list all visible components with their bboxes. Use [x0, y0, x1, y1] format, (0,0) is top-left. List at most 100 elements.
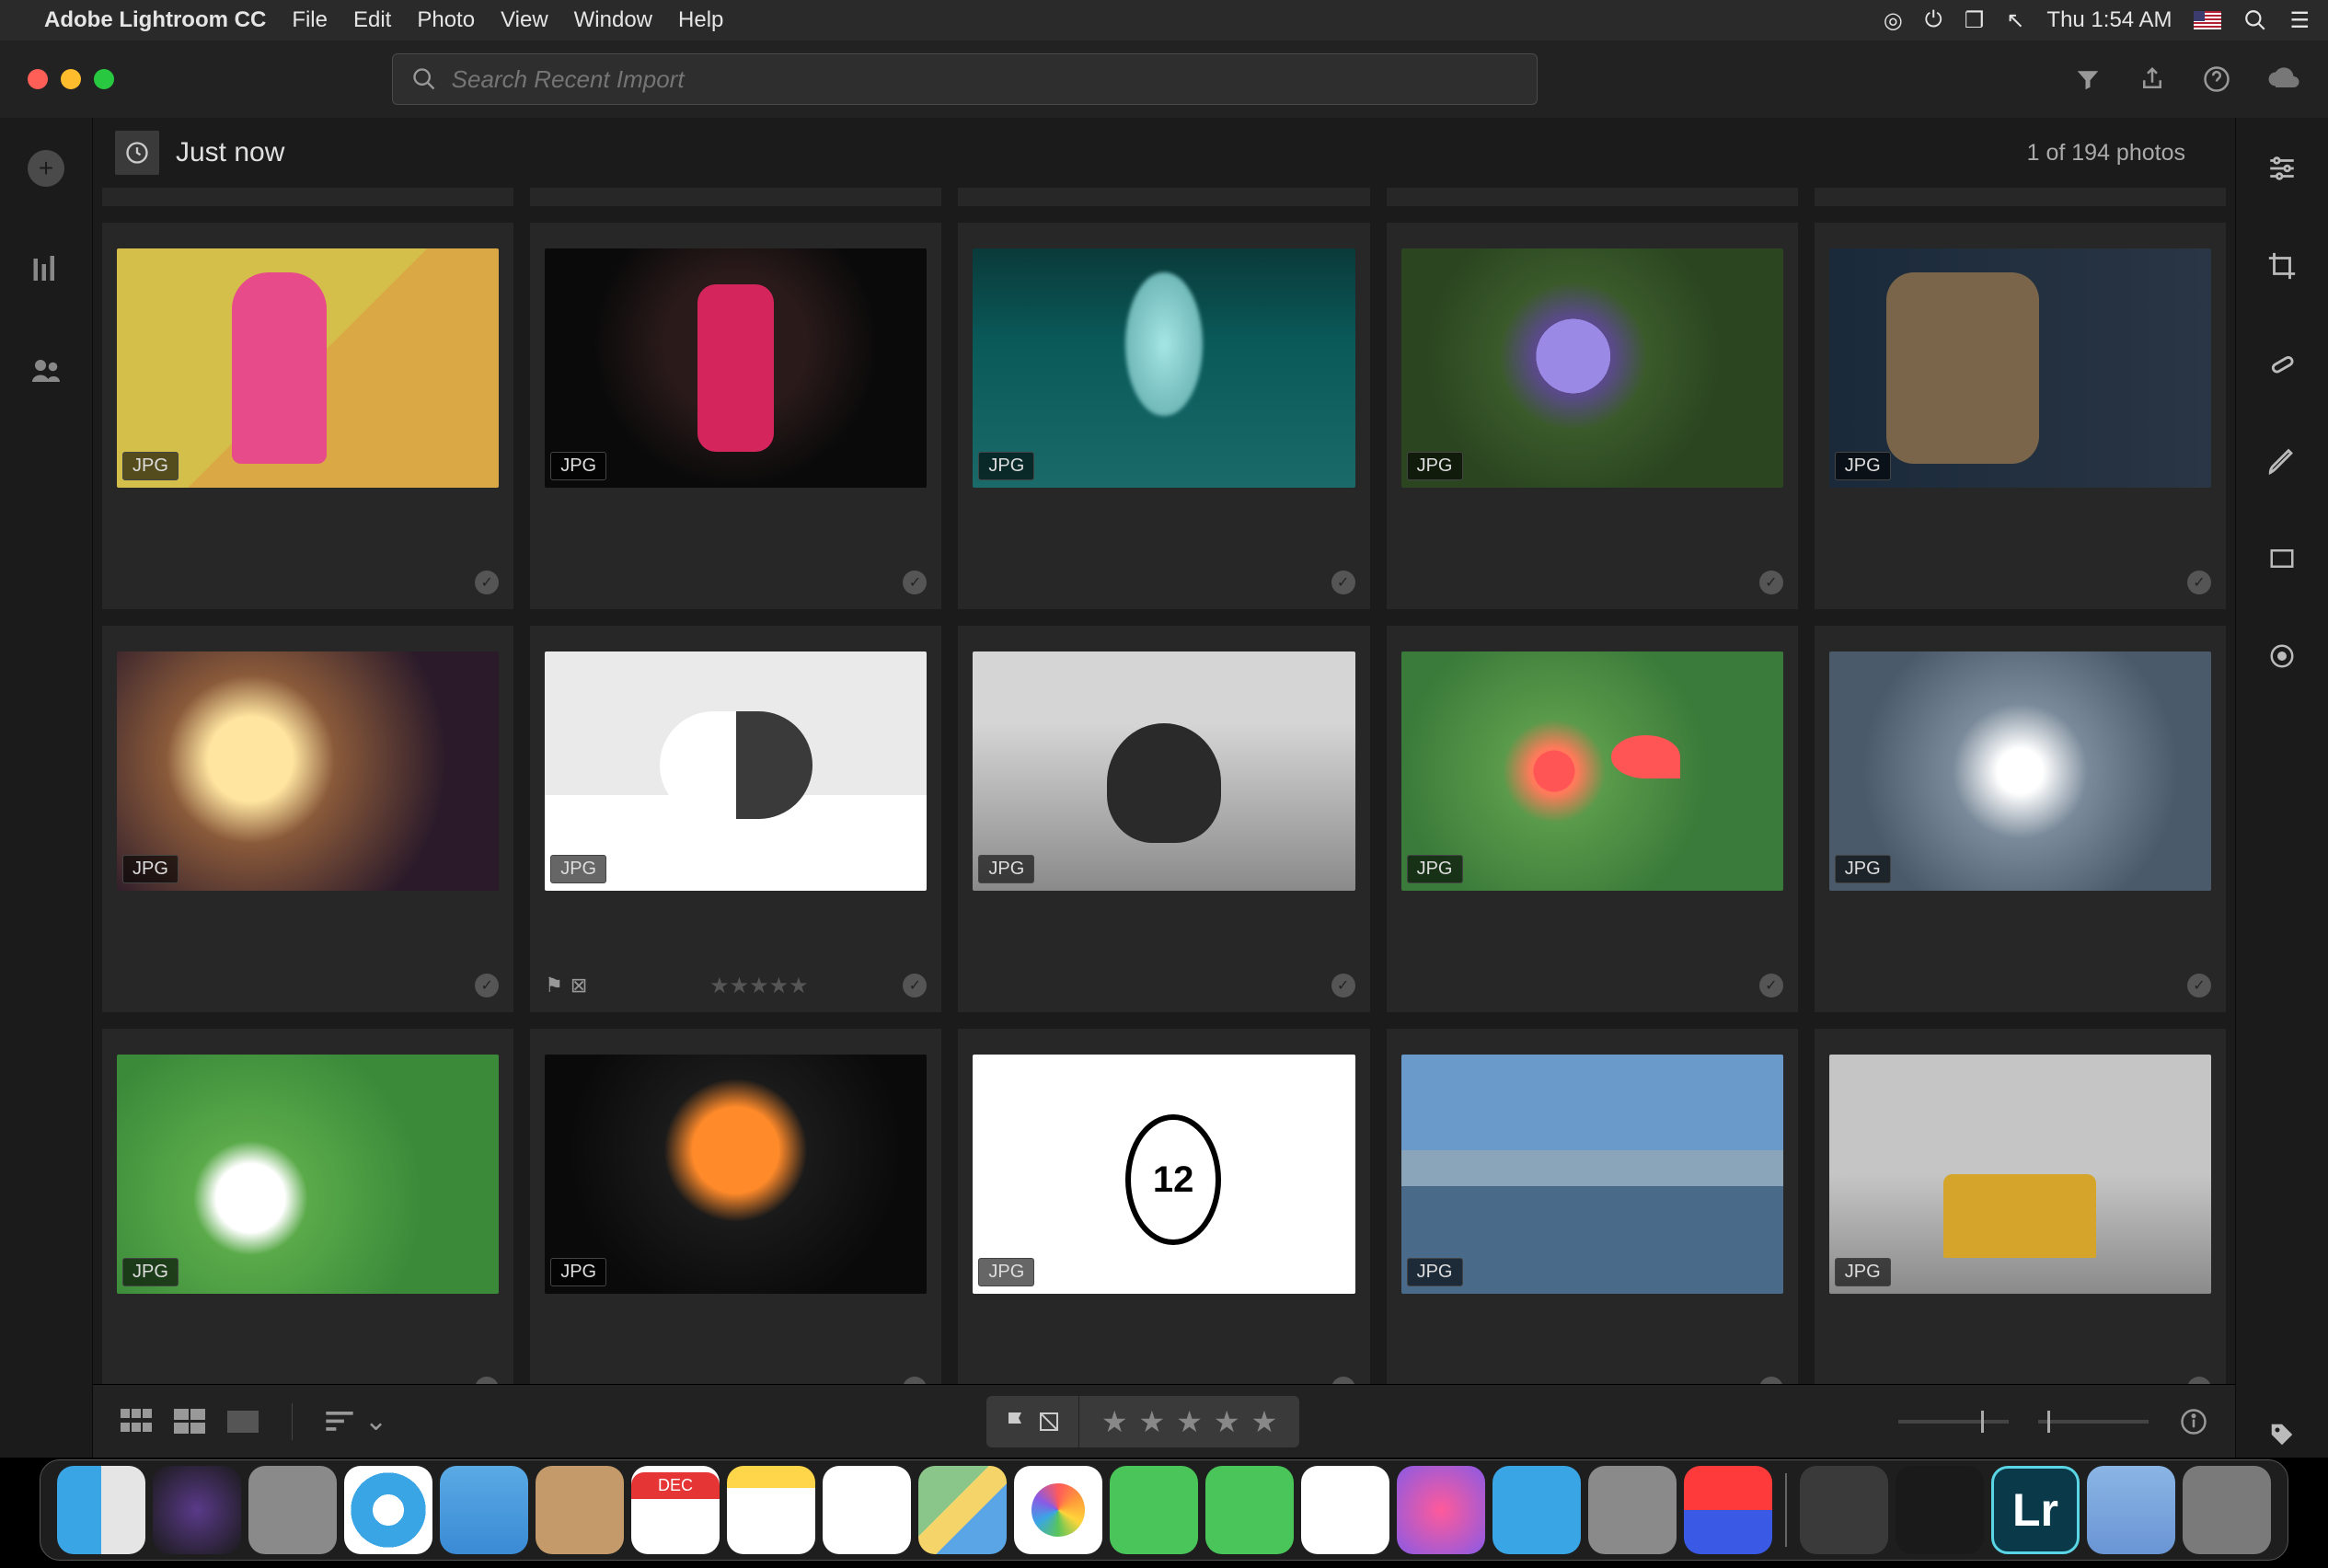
dock-folder-icon[interactable] [2087, 1466, 2175, 1554]
photo-cell[interactable]: JPG✓ [958, 626, 1369, 1012]
menu-view[interactable]: View [501, 7, 548, 33]
grid-large-view-button[interactable] [174, 1409, 209, 1435]
star-1-button[interactable]: ★ [1101, 1404, 1128, 1439]
dock-launchpad-icon[interactable] [248, 1466, 337, 1554]
dock-news-icon[interactable] [1301, 1466, 1389, 1554]
add-photos-button[interactable]: + [23, 145, 69, 191]
my-photos-icon[interactable] [23, 247, 69, 293]
rating-stars[interactable]: ★★★★★ [709, 973, 809, 999]
app-name[interactable]: Adobe Lightroom CC [44, 7, 266, 33]
recent-icon[interactable] [115, 131, 159, 175]
dock-photos-icon[interactable] [1014, 1466, 1102, 1554]
sort-button[interactable]: ⌄ [326, 1405, 387, 1437]
filter-icon[interactable] [2074, 65, 2102, 93]
chevron-down-icon: ⌄ [364, 1405, 387, 1437]
menu-file[interactable]: File [292, 7, 328, 33]
dock-notes-icon[interactable] [727, 1466, 815, 1554]
photo-cell[interactable]: JPG✓ [1815, 223, 2226, 609]
info-button[interactable] [2180, 1408, 2207, 1435]
star-2-button[interactable]: ★ [1139, 1404, 1166, 1439]
crop-icon[interactable] [2259, 243, 2305, 289]
dock-magnet-icon[interactable] [1684, 1466, 1772, 1554]
cloud-sync-icon[interactable] [2267, 66, 2300, 92]
photo-cell[interactable]: JPG ✓ [1815, 1029, 2226, 1384]
format-badge: JPG [1407, 855, 1463, 883]
input-source-flag-icon[interactable] [2194, 11, 2221, 29]
star-5-button[interactable]: ★ [1251, 1404, 1278, 1439]
dock-appstore-icon[interactable] [1492, 1466, 1581, 1554]
flag-reject-icon[interactable]: ⊠ [570, 974, 587, 997]
zoom-slider[interactable] [2038, 1420, 2149, 1424]
minimize-window-button[interactable] [61, 69, 81, 89]
photo-cell[interactable]: JPG✓ [1815, 626, 2226, 1012]
photo-grid[interactable]: JPG✓JPG✓JPG✓JPG✓JPG✓ JPG✓JPG⚑⊠★★★★★✓JPG✓… [93, 188, 2235, 1384]
dock-contacts-icon[interactable] [536, 1466, 624, 1554]
close-window-button[interactable] [28, 69, 48, 89]
linear-gradient-icon[interactable] [2259, 536, 2305, 582]
flag-reject-button[interactable] [1038, 1411, 1060, 1433]
menu-help[interactable]: Help [678, 7, 723, 33]
single-view-button[interactable] [227, 1411, 259, 1433]
search-input[interactable] [452, 65, 1518, 94]
dock-calendar-icon[interactable]: DEC13 [631, 1466, 720, 1554]
pointer-icon[interactable]: ↖ [2006, 7, 2024, 34]
photo-cell[interactable]: JPG✓ [102, 223, 513, 609]
grid-header: Just now 1 of 194 photos [93, 118, 2235, 188]
dock-safari-icon[interactable] [344, 1466, 432, 1554]
photo-cell[interactable]: JPG✓ [958, 223, 1369, 609]
notification-center-icon[interactable]: ☰ [2289, 7, 2310, 34]
dock-reminders-icon[interactable] [823, 1466, 911, 1554]
photo-cell[interactable]: JPG✓ [1387, 223, 1798, 609]
sync-status-icon: ✓ [1759, 974, 1783, 997]
photo-cell[interactable]: JPG ✓ [1387, 626, 1798, 1012]
edit-sliders-icon[interactable] [2259, 145, 2305, 191]
displays-icon[interactable]: ❐ [1965, 7, 1985, 34]
dock-siri-icon[interactable] [153, 1466, 241, 1554]
star-3-button[interactable]: ★ [1176, 1404, 1203, 1439]
photo-cell[interactable]: JPG✓ [530, 1029, 941, 1384]
grid-small-view-button[interactable] [121, 1409, 156, 1435]
flag-pick-icon[interactable]: ⚑ [545, 974, 563, 997]
sync-status-icon: ✓ [2187, 1377, 2211, 1384]
zoom-window-button[interactable] [94, 69, 114, 89]
healing-brush-icon[interactable] [2259, 340, 2305, 386]
menu-window[interactable]: Window [574, 7, 652, 33]
sharing-icon[interactable] [23, 348, 69, 394]
dock-trash-icon[interactable] [2183, 1466, 2271, 1554]
dock-itunes-icon[interactable] [1397, 1466, 1485, 1554]
dock-1pw-icon[interactable] [1896, 1466, 1984, 1554]
power-icon[interactable]: ⏻ [1925, 7, 1942, 33]
brush-icon[interactable] [2259, 438, 2305, 484]
format-badge: JPG [1835, 1258, 1891, 1286]
dock-maps-icon[interactable] [918, 1466, 1007, 1554]
dock-facetime-icon[interactable] [1205, 1466, 1294, 1554]
spotlight-icon[interactable] [2243, 8, 2267, 32]
keywords-tag-icon[interactable] [2259, 1412, 2305, 1458]
flag-pick-button[interactable] [1005, 1411, 1027, 1433]
dock-mail-icon[interactable] [440, 1466, 528, 1554]
menu-photo[interactable]: Photo [417, 7, 475, 33]
photo-cell[interactable]: JPG⚑⊠★★★★★✓ [530, 626, 941, 1012]
photo-cell[interactable]: JPG✓ [102, 626, 513, 1012]
cc-status-icon[interactable]: ◎ [1884, 7, 1903, 34]
dock-settings-icon[interactable] [1588, 1466, 1677, 1554]
dock-imovie-icon[interactable] [1800, 1466, 1888, 1554]
sync-status-icon: ✓ [2187, 974, 2211, 997]
menubar-clock[interactable]: Thu 1:54 AM [2046, 7, 2172, 33]
dock-finder-icon[interactable] [57, 1466, 145, 1554]
star-4-button[interactable]: ★ [1214, 1404, 1240, 1439]
dock-messages-icon[interactable] [1110, 1466, 1198, 1554]
menu-edit[interactable]: Edit [353, 7, 391, 33]
dock-lr-icon[interactable]: Lr [1991, 1466, 2080, 1554]
photo-cell[interactable]: JPG✓ [530, 223, 941, 609]
radial-gradient-icon[interactable] [2259, 633, 2305, 679]
format-badge: JPG [978, 452, 1034, 480]
photo-cell[interactable]: JPG✓ [102, 1029, 513, 1384]
photo-cell[interactable]: JPG✓ [958, 1029, 1369, 1384]
thumb-size-slider[interactable] [1898, 1420, 2009, 1424]
app-toolbar [0, 40, 2328, 118]
share-icon[interactable] [2138, 65, 2166, 93]
photo-cell[interactable]: JPG✓ [1387, 1029, 1798, 1384]
search-field[interactable] [392, 53, 1538, 105]
help-icon[interactable] [2203, 65, 2230, 93]
